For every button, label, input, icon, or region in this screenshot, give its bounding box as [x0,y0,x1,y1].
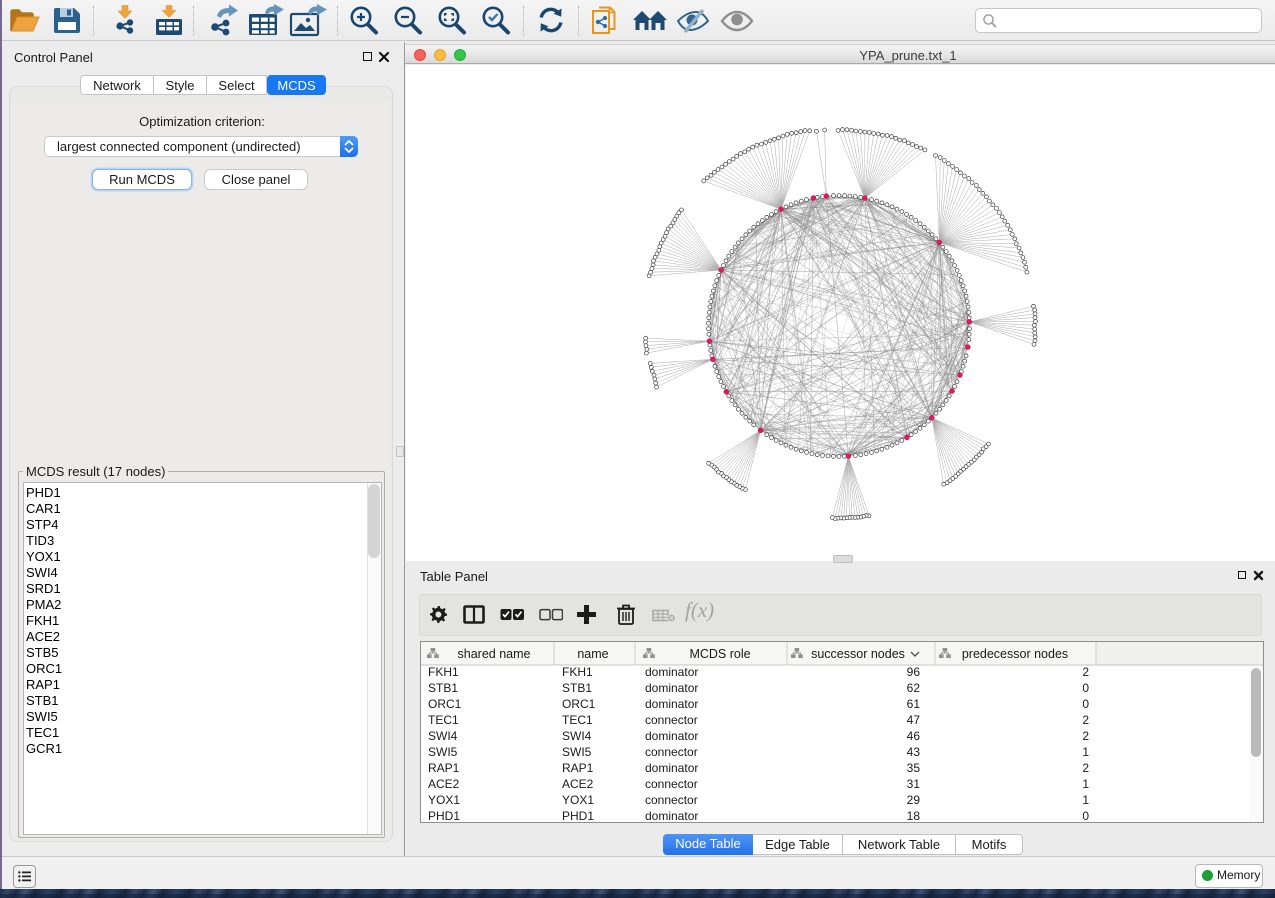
svg-text:SWI4: SWI4 [428,729,458,743]
svg-text:35: 35 [907,761,921,775]
svg-text:dominator: dominator [645,761,698,775]
svg-text:connector: connector [645,793,698,807]
svg-text:29: 29 [907,793,921,807]
svg-text:connector: connector [645,745,698,759]
svg-text:FKH1: FKH1 [428,665,459,679]
svg-text:ACE2: ACE2 [562,777,594,791]
svg-text:PHD1: PHD1 [562,809,594,822]
svg-text:2: 2 [1082,729,1089,743]
svg-text:name: name [577,647,608,661]
svg-text:dominator: dominator [645,665,698,679]
svg-text:STB1: STB1 [428,681,458,695]
svg-text:SWI5: SWI5 [562,745,592,759]
svg-text:MCDS role: MCDS role [689,647,750,661]
svg-text:PHD1: PHD1 [428,809,460,822]
svg-text:1: 1 [1082,777,1089,791]
svg-text:ACE2: ACE2 [428,777,460,791]
svg-text:46: 46 [907,729,921,743]
svg-text:connector: connector [645,777,698,791]
svg-text:dominator: dominator [645,729,698,743]
svg-text:RAP1: RAP1 [428,761,460,775]
svg-text:1: 1 [1082,745,1089,759]
svg-text:SWI4: SWI4 [562,729,592,743]
svg-text:TEC1: TEC1 [562,713,593,727]
svg-text:ORC1: ORC1 [562,697,596,711]
svg-text:FKH1: FKH1 [562,665,593,679]
svg-text:43: 43 [907,745,921,759]
svg-text:dominator: dominator [645,697,698,711]
svg-text:2: 2 [1082,761,1089,775]
svg-text:18: 18 [907,809,921,822]
svg-text:dominator: dominator [645,809,698,822]
svg-text:0: 0 [1082,697,1089,711]
svg-text:ORC1: ORC1 [428,697,462,711]
svg-text:2: 2 [1082,665,1089,679]
svg-text:STB1: STB1 [562,681,592,695]
svg-text:RAP1: RAP1 [562,761,594,775]
svg-text:TEC1: TEC1 [428,713,459,727]
svg-text:1: 1 [1082,793,1089,807]
svg-text:SWI5: SWI5 [428,745,458,759]
svg-text:dominator: dominator [645,681,698,695]
svg-text:0: 0 [1082,681,1089,695]
svg-text:31: 31 [907,777,921,791]
svg-text:47: 47 [907,713,921,727]
svg-text:successor nodes: successor nodes [811,647,905,661]
svg-text:shared name: shared name [458,647,531,661]
svg-text:0: 0 [1082,809,1089,822]
svg-text:62: 62 [907,681,921,695]
svg-text:YOX1: YOX1 [428,793,460,807]
svg-text:YOX1: YOX1 [562,793,594,807]
svg-text:96: 96 [907,665,921,679]
svg-text:61: 61 [907,697,921,711]
svg-text:2: 2 [1082,713,1089,727]
svg-text:predecessor nodes: predecessor nodes [962,647,1068,661]
svg-text:connector: connector [645,713,698,727]
